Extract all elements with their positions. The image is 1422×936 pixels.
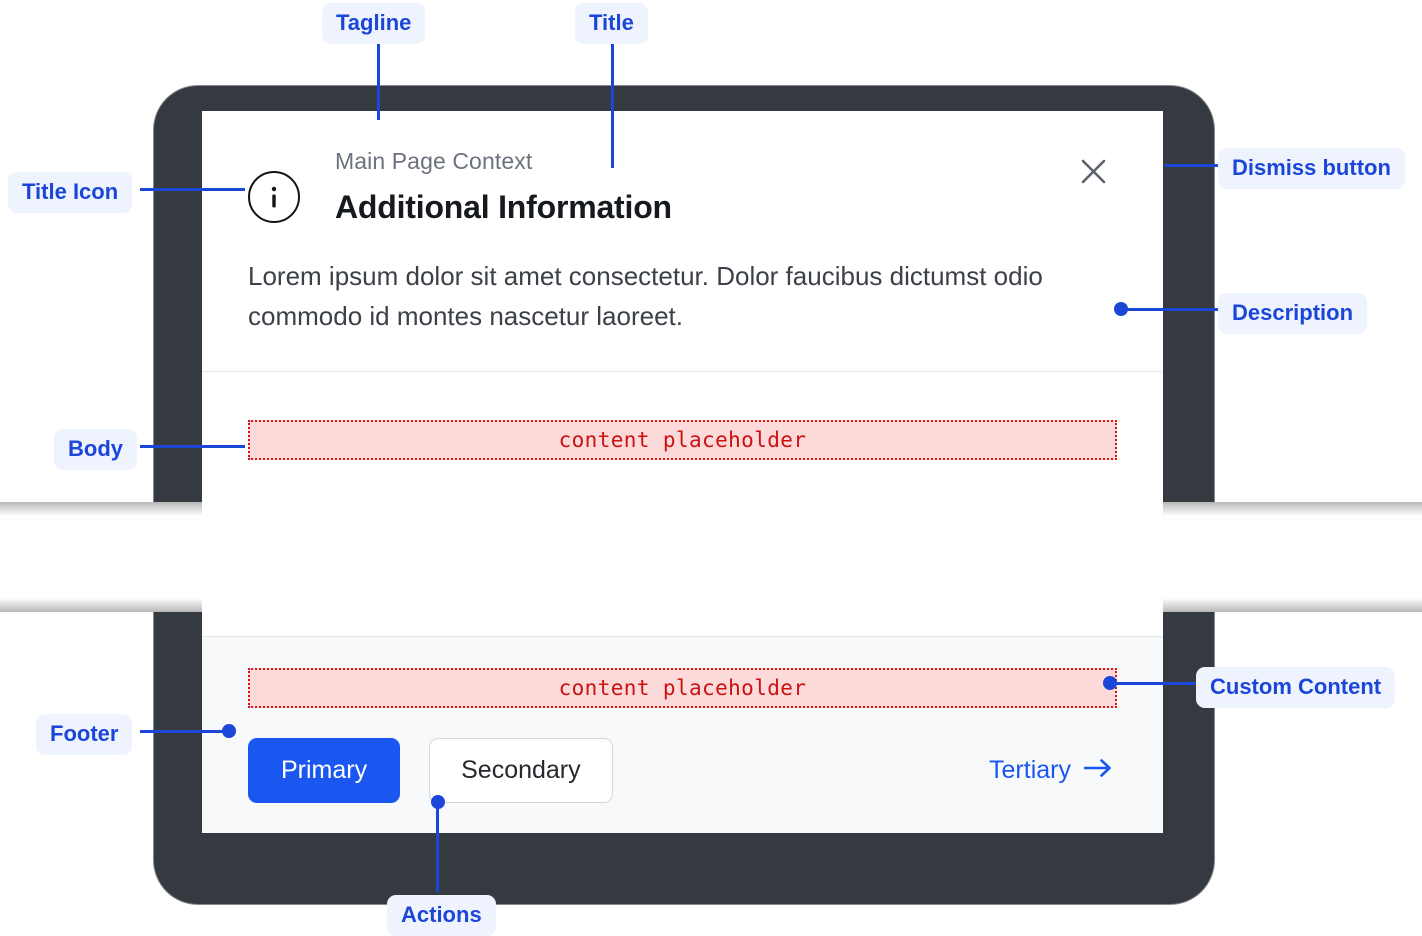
annotation-footer-dot: [222, 724, 236, 738]
annotation-tagline-leader: [377, 40, 380, 120]
dialog-header-texts: Main Page Context Additional Information: [335, 147, 1119, 228]
annotation-footer-leader: [140, 730, 230, 733]
info-circle-icon: [248, 171, 300, 223]
tertiary-button-label: Tertiary: [989, 756, 1071, 784]
dialog-panel: Main Page Context Additional Information…: [202, 111, 1163, 833]
annotation-title: Title: [575, 3, 648, 45]
annotation-custom-content-leader: [1110, 682, 1202, 685]
annotation-title-icon-leader: [140, 188, 245, 191]
dialog-header: Main Page Context Additional Information: [202, 111, 1163, 228]
annotation-actions-dot: [431, 795, 445, 809]
annotation-body-leader: [140, 445, 245, 448]
close-icon: [1080, 158, 1107, 188]
annotation-dismiss-button: Dismiss button: [1218, 148, 1405, 190]
footer-content-placeholder: content placeholder: [248, 668, 1117, 708]
secondary-button[interactable]: Secondary: [429, 738, 613, 803]
annotation-actions: Actions: [387, 895, 496, 936]
body-content-placeholder: content placeholder: [248, 420, 1117, 461]
tertiary-button[interactable]: Tertiary: [985, 746, 1117, 795]
annotation-title-leader: [611, 40, 614, 168]
dismiss-button[interactable]: [1073, 153, 1113, 193]
dialog-body: content placeholder: [202, 372, 1163, 636]
annotation-description-dot: [1114, 302, 1128, 316]
dialog-title: Additional Information: [335, 188, 672, 225]
annotation-body: Body: [54, 429, 137, 471]
annotation-custom-content: Custom Content: [1196, 667, 1396, 709]
annotation-custom-content-dot: [1103, 676, 1117, 690]
annotation-description-leader: [1120, 308, 1221, 311]
dialog-footer: content placeholder Primary Secondary Te…: [202, 636, 1163, 833]
primary-button[interactable]: Primary: [248, 738, 401, 803]
annotation-footer: Footer: [36, 714, 133, 756]
annotation-title-icon: Title Icon: [8, 172, 133, 214]
dialog-tagline: Main Page Context: [335, 148, 533, 174]
dialog-description: Lorem ipsum dolor sit amet consectetur. …: [248, 261, 1043, 332]
annotation-description: Description: [1218, 293, 1368, 335]
annotation-dismiss-button-leader: [1165, 164, 1221, 167]
footer-actions: Primary Secondary Tertiary: [248, 738, 1117, 803]
annotation-tagline: Tagline: [322, 3, 426, 45]
arrow-right-icon: [1083, 756, 1113, 785]
annotation-actions-leader: [436, 800, 439, 892]
